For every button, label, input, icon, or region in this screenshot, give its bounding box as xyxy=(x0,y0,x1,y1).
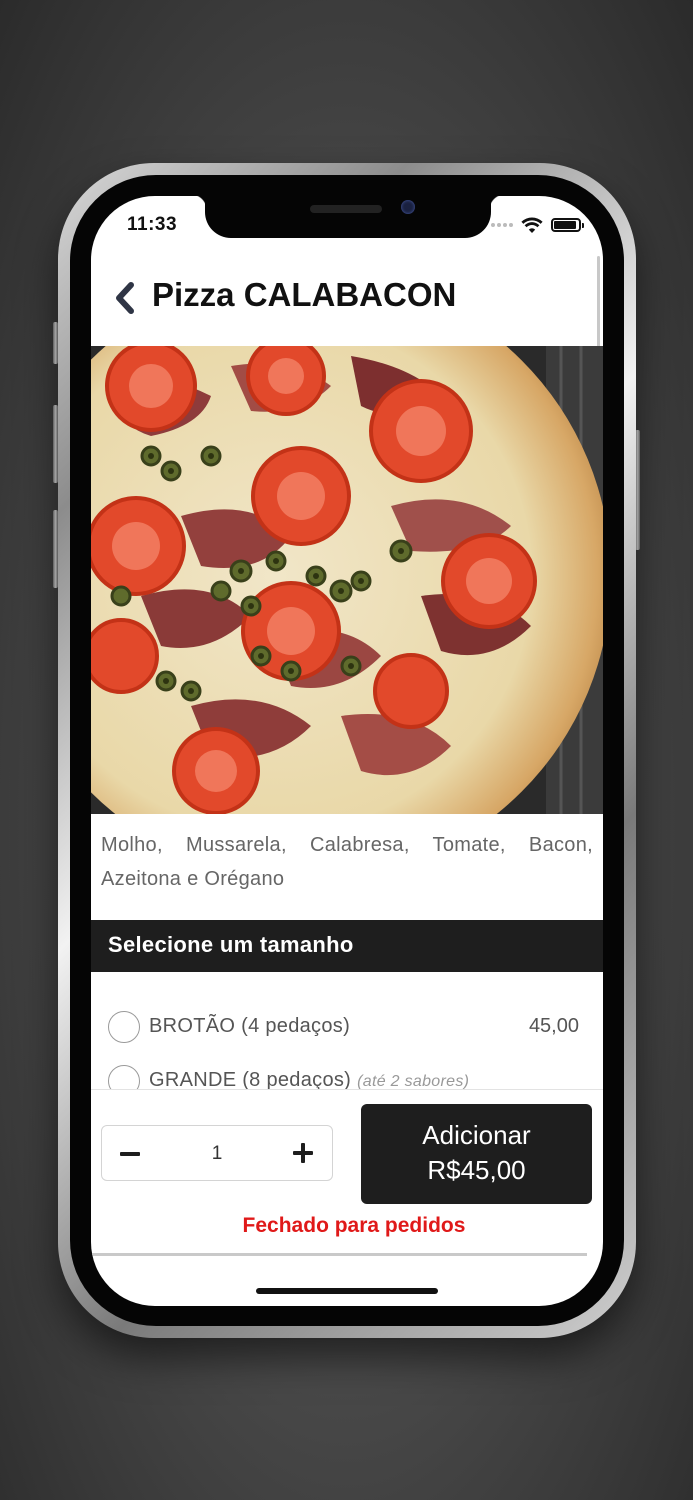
wifi-icon xyxy=(521,216,543,233)
add-button-price: R$45,00 xyxy=(427,1155,526,1185)
status-time: 11:33 xyxy=(127,214,178,235)
size-option-label: GRANDE (8 pedaços) (até 2 sabores) xyxy=(149,1069,469,1090)
battery-icon xyxy=(551,218,584,232)
radio-button[interactable] xyxy=(108,1011,140,1043)
size-section-header: Selecione um tamanho xyxy=(91,920,603,972)
radio-button[interactable] xyxy=(108,1065,140,1090)
page-header: Pizza CALABACON xyxy=(91,256,603,346)
divider xyxy=(91,1089,603,1090)
page-title: Pizza CALABACON xyxy=(152,276,457,313)
chevron-left-icon[interactable] xyxy=(109,280,141,316)
size-option-grande[interactable]: GRANDE (8 pedaços) (até 2 sabores) xyxy=(91,1055,603,1090)
size-section-title: Selecione um tamanho xyxy=(108,932,354,957)
plus-icon[interactable] xyxy=(290,1140,316,1166)
phone-screen: 11:33 Pizza CALABACON Molho, Mussarela, … xyxy=(91,196,603,1306)
signal-dots-icon xyxy=(491,223,513,227)
closed-for-orders-notice: Fechado para pedidos xyxy=(242,1214,466,1237)
product-description: Molho, Mussarela, Calabresa, Tomate, Bac… xyxy=(101,834,593,890)
size-option-name: GRANDE (8 pedaços) xyxy=(149,1069,352,1090)
bottom-divider xyxy=(91,1253,587,1256)
size-option-note: (até 2 sabores) xyxy=(357,1073,470,1090)
home-indicator[interactable] xyxy=(256,1288,438,1294)
add-button-label: Adicionar xyxy=(422,1120,531,1150)
speaker-grille xyxy=(310,205,382,213)
add-to-cart-button[interactable]: Adicionar R$45,00 xyxy=(361,1104,592,1204)
size-option-label: BROTÃO (4 pedaços) xyxy=(149,1015,350,1038)
pizza-calabacon-photo xyxy=(91,346,603,814)
size-option-name: BROTÃO (4 pedaços) xyxy=(149,1015,351,1037)
size-option-price: 45,00 xyxy=(528,1015,579,1037)
front-camera xyxy=(401,200,415,214)
size-options-list: BROTÃO (4 pedaços) 45,00 GRANDE (8 pedaç… xyxy=(91,972,603,1090)
quantity-stepper: 1 xyxy=(101,1125,333,1181)
status-icons xyxy=(491,216,584,234)
size-option-brotao[interactable]: BROTÃO (4 pedaços) 45,00 xyxy=(91,1001,603,1055)
notch xyxy=(191,196,505,238)
